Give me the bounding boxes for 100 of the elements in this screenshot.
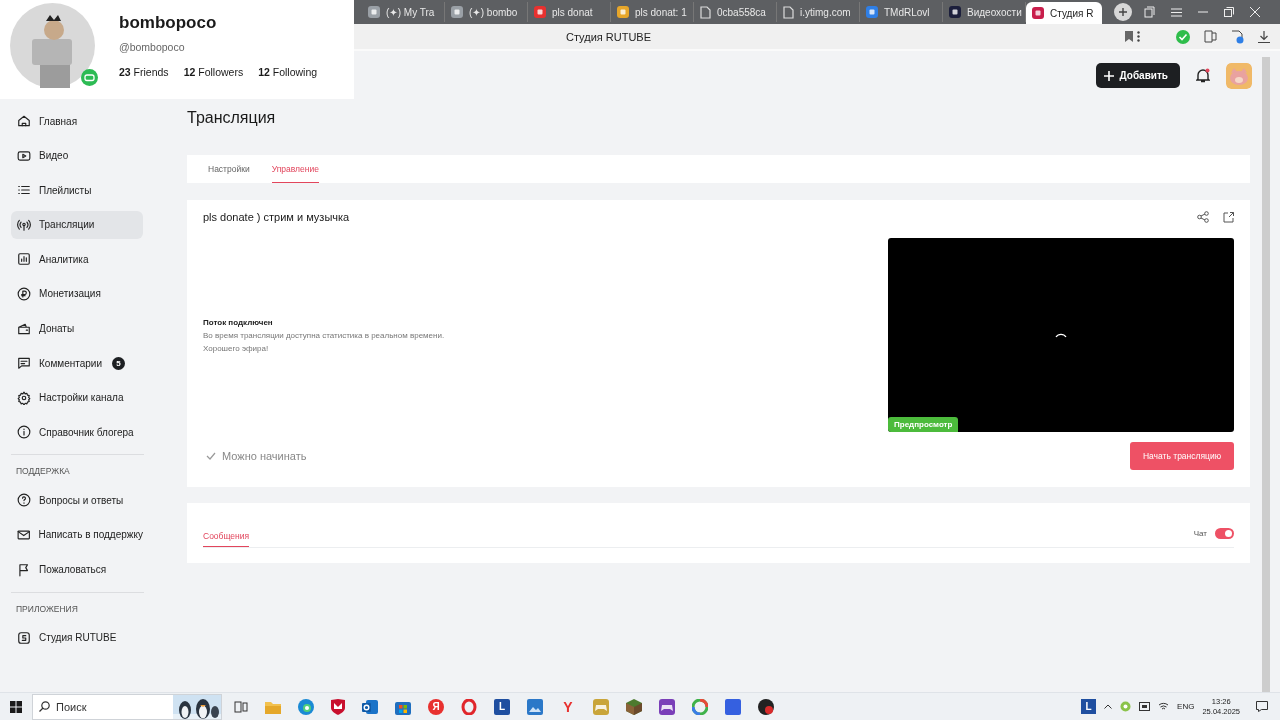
sidebar-item[interactable]: Комментарии 5 [11,349,143,378]
item-label: Главная [39,115,78,127]
app-icon[interactable]: L [1081,699,1097,714]
item-label: Видео [39,150,69,162]
sidebar-item[interactable]: Настройки канала [11,383,143,412]
profile-name: bombopoco [119,13,218,33]
flag-icon [17,562,31,577]
tabs-icon[interactable] [1144,6,1155,18]
wheel-icon[interactable] [692,698,708,715]
check-icon[interactable] [1176,29,1190,44]
sidebar-item[interactable]: Вопросы и ответы [11,486,143,515]
browser-tab[interactable]: pls donat: 1 [611,2,694,22]
favicon-icon [534,6,546,18]
item-label: Студия RUTUBE [39,632,117,644]
browser-tab[interactable]: (✦) My Tra [362,2,445,22]
sidebar-item[interactable]: Написать в поддержку [11,520,143,549]
app-icon[interactable]: Y [560,698,576,715]
browser-tab[interactable]: TMdRLovl [860,2,943,22]
sidebar-item[interactable]: Донаты [11,314,143,343]
sidebar-item[interactable]: Видео [11,141,143,170]
new-tab-button[interactable] [1114,3,1132,21]
plus-icon [1103,70,1114,81]
favicon-icon [451,6,463,18]
external-link-icon[interactable] [1223,211,1234,223]
browser-tab[interactable]: Студия R [1026,2,1102,24]
item-label: Трансляции [39,219,95,231]
download-icon[interactable] [1258,30,1270,43]
browser-icon[interactable] [298,698,314,715]
mail-icon[interactable] [362,698,378,715]
tab[interactable]: Управление [271,155,319,183]
app-icon[interactable]: L [494,698,510,715]
browser-tab[interactable]: Видеохости [943,2,1026,22]
studio-icon [17,630,31,645]
video-icon [17,148,31,163]
browser-tab[interactable]: (✦) bombo [445,2,528,22]
tab[interactable]: Настройки [208,155,250,183]
sidebar-item[interactable]: Аналитика [11,245,143,274]
item-label: Аналитика [39,253,89,265]
gamepad-icon [81,69,98,86]
block-icon[interactable] [626,698,642,715]
search-icon [39,701,50,712]
close-icon[interactable] [1250,7,1260,17]
wifi-icon[interactable] [1158,702,1170,711]
sidebar-item[interactable]: Монетизация [11,279,143,308]
gamepad-icon[interactable] [659,698,675,715]
windows-icon[interactable] [10,700,22,713]
chart-icon [17,252,31,267]
browser-tab[interactable]: 0cba558ca [694,2,777,22]
preview-badge: Предпросмотр [888,417,959,432]
ruble-icon [17,286,31,301]
item-label: Донаты [39,323,75,335]
favicon-icon [1032,7,1044,19]
sidebar-item[interactable]: Студия RUTUBE [11,623,143,652]
toggle-label: Чат [1193,528,1207,538]
item-label: Вопросы и ответы [39,494,124,506]
item-label: Справочник блогера [39,426,134,438]
search-field[interactable]: Поиск [32,693,222,720]
stat-link[interactable]: 12 Followers [183,66,244,78]
bookmark-icon[interactable] [1125,31,1133,42]
more-icon[interactable] [1137,31,1140,42]
language-indicator[interactable]: ENG [1177,702,1195,711]
favicon-icon [866,6,878,18]
app-icon[interactable]: Я [428,698,444,715]
stat-link[interactable]: 23 Friends [119,66,169,78]
photo-icon[interactable] [527,698,543,715]
chevron-up-icon[interactable] [1104,704,1113,709]
start-button[interactable]: Начать трансляцию [1130,442,1234,470]
browser-tab[interactable]: pls donat [528,2,611,22]
section-heading: ПОДДЕРЖКА [16,466,71,479]
section-heading: ПРИЛОЖЕНИЯ [16,603,79,616]
notification-icon[interactable] [1256,701,1268,712]
item-label: Плейлисты [39,184,92,196]
info-icon [17,425,31,440]
tab[interactable]: Сообщения [203,526,250,547]
bell-icon[interactable] [1196,68,1210,83]
mail-icon [17,527,31,542]
item-label: Настройки канала [39,392,124,404]
count-badge: 5 [112,356,125,370]
gear-icon [17,390,31,405]
comment-icon [17,356,31,371]
item-label: Монетизация [39,288,101,300]
reader-icon[interactable] [1204,30,1217,43]
sidebar-item[interactable]: Главная [11,107,143,135]
sidebar-item[interactable]: Справочник блогера [11,418,143,447]
share-icon[interactable] [1197,211,1209,223]
restore-icon[interactable] [1224,7,1234,17]
sidebar-item[interactable]: Плейлисты [11,176,143,205]
tray-icon[interactable] [1139,701,1151,712]
ring-icon[interactable] [461,698,477,715]
browser-tab[interactable]: i.ytimg.com [777,2,860,22]
app-icon[interactable] [758,698,774,715]
menu-icon[interactable] [1171,7,1182,17]
page-icon [700,5,711,19]
sidebar-item[interactable]: Трансляции [11,210,143,239]
toggle-switch[interactable] [1215,527,1234,539]
add-button[interactable]: Добавить [1095,63,1180,88]
sidebar-item[interactable]: Пожаловаться [11,555,143,584]
task-view-icon[interactable] [234,699,248,714]
stat-link[interactable]: 12 Following [258,66,318,78]
scrollbar[interactable] [1262,57,1270,692]
